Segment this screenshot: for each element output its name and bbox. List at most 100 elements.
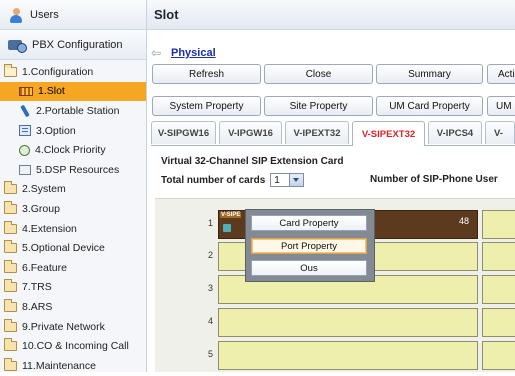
sidebar-item-label: 5.DSP Resources (36, 163, 120, 176)
back-link[interactable]: ⇦ Physical (151, 46, 216, 60)
empty-slot[interactable] (218, 308, 478, 337)
sidebar-item-label: 1.Configuration (22, 65, 94, 78)
users-label: Users (30, 8, 59, 21)
card-type-tabs: V-SIPGW16 V-IPGW16 V-IPEXT32 V-SIPEXT32 … (151, 121, 515, 146)
slot-extra[interactable] (482, 210, 515, 239)
summary-button[interactable]: Summary (376, 64, 483, 84)
action-button[interactable]: Acti (487, 64, 515, 84)
slot-extra[interactable] (482, 308, 515, 337)
sip-phone-user-label: Number of SIP-Phone User (370, 174, 498, 185)
total-cards-label: Total number of cards (161, 174, 266, 186)
slot-row: 4 (155, 308, 515, 339)
sidebar-item-label: 3.Option (36, 124, 76, 137)
sidebar-item-7-trs[interactable]: 7.TRS (0, 278, 146, 298)
tab-v-sipgw16[interactable]: V-SIPGW16 (151, 121, 216, 144)
close-button[interactable]: Close (264, 64, 373, 84)
card-description: Virtual 32-Channel SIP Extension Card (161, 156, 344, 167)
folder-open-icon (4, 63, 17, 77)
sidebar-item-label: 6.Feature (22, 261, 67, 274)
navigation-tree: 1.Configuration 1.Slot 2.Portable Station 3… (0, 60, 146, 376)
folder-icon (4, 240, 17, 254)
sidebar-item-label: 4.Extension (22, 222, 77, 235)
slot-extra[interactable] (482, 341, 515, 370)
card-context-menu: Card Property Port Property Ous (245, 209, 375, 282)
empty-slot[interactable] (218, 341, 478, 370)
option-icon (19, 125, 31, 137)
folder-icon (4, 181, 17, 195)
tab-v-ipgw16[interactable]: V-IPGW16 (219, 121, 282, 144)
portable-station-icon (19, 105, 31, 117)
card-property-button[interactable]: Card Property (251, 215, 367, 231)
pbx-icon (8, 38, 27, 53)
sidebar-item-5-dsp-resources[interactable]: 5.DSP Resources (0, 160, 146, 180)
sidebar-item-label: 1.Slot (38, 85, 65, 98)
slot-extra[interactable] (482, 242, 515, 271)
sidebar-item-label: 9.Private Network (22, 320, 105, 333)
folder-icon (4, 338, 17, 352)
pbx-configuration-header[interactable]: PBX Configuration (0, 30, 146, 60)
sidebar-item-2-portable-station[interactable]: 2.Portable Station (0, 101, 146, 121)
tab-v-ipext32[interactable]: V-IPEXT32 (285, 121, 349, 144)
site-property-button[interactable]: Site Property (264, 96, 373, 116)
sidebar-item-label: 3.Group (22, 202, 60, 215)
sidebar-item-9-private-network[interactable]: 9.Private Network (0, 317, 146, 337)
card-port-count: 48 (458, 216, 469, 226)
sidebar-item-label: 11.Maintenance (22, 359, 96, 372)
slot-number: 3 (207, 283, 213, 293)
folder-icon (4, 259, 17, 273)
sidebar-item-2-system[interactable]: 2.System (0, 180, 146, 200)
back-arrow-icon: ⇦ (151, 46, 162, 60)
folder-icon (4, 298, 17, 312)
slot-icon (19, 86, 33, 96)
pbx-configuration-label: PBX Configuration (32, 38, 123, 51)
folder-icon (4, 220, 17, 234)
sidebar-item-label: 2.Portable Station (36, 104, 120, 117)
sidebar-item-10-co-incoming-call[interactable]: 10.CO & Incoming Call (0, 336, 146, 356)
sidebar-item-label: 10.CO & Incoming Call (22, 340, 129, 353)
sidebar-item-4-extension[interactable]: 4.Extension (0, 219, 146, 239)
slot-number: 2 (207, 250, 213, 260)
slot-extra[interactable] (482, 275, 515, 304)
tab-v-sipext32[interactable]: V-SIPEXT32 (352, 121, 425, 146)
ous-button[interactable]: Ous (251, 260, 367, 276)
slot-number: 4 (207, 316, 213, 326)
folder-icon (4, 200, 17, 214)
sidebar-item-label: 2.System (22, 183, 66, 196)
tab-v-ipcs4[interactable]: V-IPCS4 (428, 121, 482, 144)
slot-row: 5 (155, 341, 515, 372)
sidebar-item-8-ars[interactable]: 8.ARS (0, 297, 146, 317)
sidebar: Users PBX Configuration 1.Configuration 1… (0, 0, 147, 372)
chevron-down-icon[interactable] (289, 174, 304, 186)
sidebar-item-label: 4.Clock Priority (35, 144, 106, 157)
total-cards-row: Total number of cards 1 (161, 173, 305, 187)
total-cards-select[interactable]: 1 (270, 173, 305, 187)
sidebar-item-6-feature[interactable]: 6.Feature (0, 258, 146, 278)
folder-icon (4, 357, 17, 371)
sidebar-item-5-optional-device[interactable]: 5.Optional Device (0, 238, 146, 258)
card-status-icon (223, 224, 231, 232)
total-cards-value: 1 (274, 174, 280, 186)
sidebar-item-11-maintenance[interactable]: 11.Maintenance (0, 356, 146, 376)
tab-more[interactable]: V- (485, 121, 515, 144)
sidebar-item-3-option[interactable]: 3.Option (0, 121, 146, 141)
slot-number: 1 (207, 218, 213, 228)
sidebar-item-label: 7.TRS (22, 281, 52, 294)
users-header[interactable]: Users (0, 0, 146, 30)
physical-link[interactable]: Physical (171, 47, 216, 59)
sidebar-item-label: 8.ARS (22, 300, 53, 313)
um-card-property-button[interactable]: UM Card Property (376, 96, 483, 116)
refresh-button[interactable]: Refresh (152, 64, 261, 84)
main-panel: Slot ⇦ Physical Refresh Close Summary Ac… (147, 0, 515, 372)
port-property-button[interactable]: Port Property (251, 238, 367, 254)
sidebar-item-4-clock-priority[interactable]: 4.Clock Priority (0, 140, 146, 160)
sidebar-item-3-group[interactable]: 3.Group (0, 199, 146, 219)
sidebar-item-1-slot[interactable]: 1.Slot (0, 81, 146, 102)
sidebar-item-1-configuration[interactable]: 1.Configuration (0, 62, 146, 82)
sidebar-item-label: 5.Optional Device (22, 242, 105, 255)
slot-number: 5 (207, 349, 213, 359)
page-title: Slot (147, 0, 515, 30)
um-port-property-button[interactable]: UM P (487, 96, 515, 116)
system-property-button[interactable]: System Property (152, 96, 261, 116)
dsp-icon (19, 164, 31, 175)
clock-icon (19, 144, 30, 156)
